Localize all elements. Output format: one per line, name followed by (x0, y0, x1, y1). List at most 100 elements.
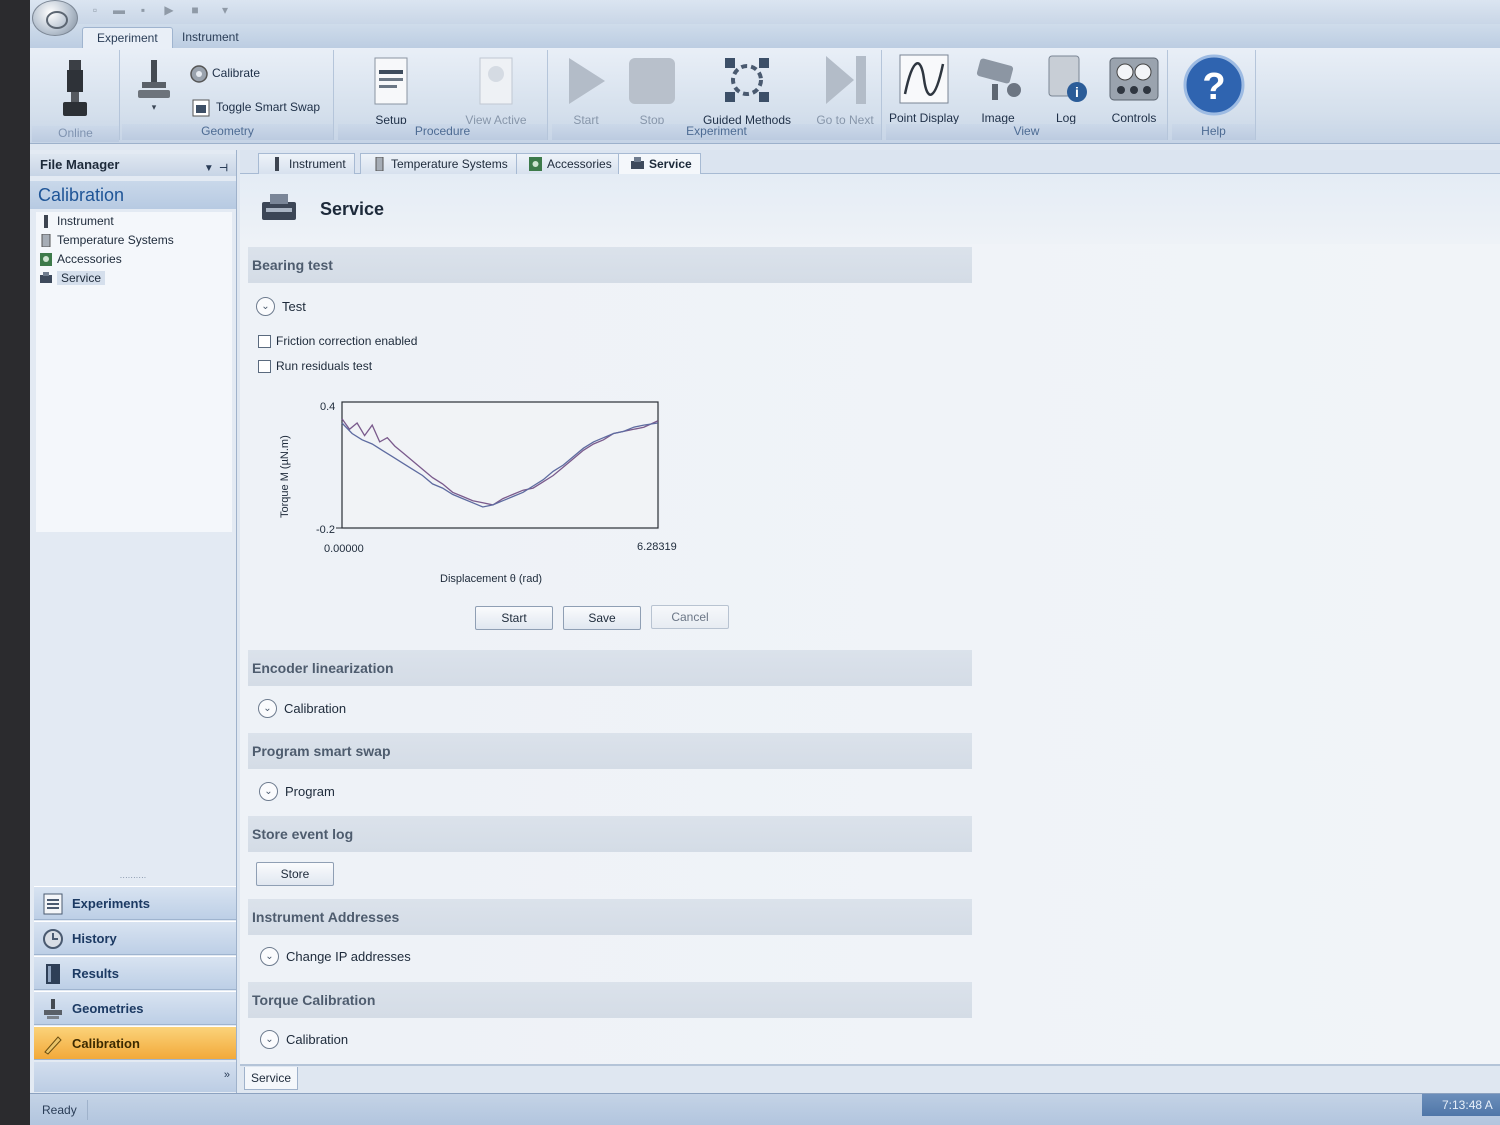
bottom-tab-service[interactable]: Service (244, 1067, 298, 1090)
minus-icon[interactable]: ▬ (112, 3, 126, 17)
panel-dropdown-icon[interactable]: ▼ (204, 163, 214, 174)
service-icon (631, 157, 644, 169)
help-question-icon: ? (1183, 54, 1245, 116)
tree-item-instrument[interactable]: Instrument (36, 212, 232, 231)
tree-item-label: Temperature Systems (57, 233, 174, 247)
tree-item-accessories[interactable]: Accessories (36, 250, 232, 269)
nav-experiments[interactable]: Experiments (34, 886, 236, 920)
online-label: Online (32, 126, 119, 142)
toggle-smart-swap-button[interactable]: Toggle Smart Swap (192, 97, 320, 117)
thermometer-icon (375, 157, 384, 171)
checkbox-box[interactable] (258, 360, 271, 373)
doc-tab-service[interactable]: Service (618, 153, 701, 175)
thermometer-icon (41, 234, 51, 247)
torque-calibration-expander[interactable]: ⌄ Calibration (260, 1030, 348, 1050)
test-expander[interactable]: ⌄ Test (256, 297, 306, 317)
experiment-group-label: Experiment (552, 124, 881, 140)
nav-label: Calibration (72, 1036, 140, 1051)
chevron-double-down-icon[interactable]: » (224, 1069, 230, 1081)
geometry-button[interactable]: ▾ (134, 58, 174, 119)
panel-splitter[interactable]: ·········· (30, 874, 236, 882)
title-bar: ▫ ▬ ▪ ▶ ■ ▾ (30, 0, 1500, 36)
run-residuals-checkbox[interactable]: Run residuals test (258, 358, 372, 374)
stop-button[interactable]: Stop (624, 56, 680, 127)
svg-text:i: i (1075, 84, 1079, 100)
tree-item-temperature-systems[interactable]: Temperature Systems (36, 231, 232, 250)
page-title: Service (320, 199, 385, 219)
undo-icon[interactable]: ▪ (136, 3, 150, 17)
help-button[interactable]: ? (1182, 54, 1246, 123)
friction-correction-checkbox[interactable]: Friction correction enabled (258, 333, 417, 349)
pin-icon[interactable]: ⊣ (219, 163, 228, 174)
file-manager-header: File Manager ▼ ⊣ (30, 154, 236, 176)
rheometer-icon (63, 60, 87, 116)
change-ip-addresses-expander[interactable]: ⌄ Change IP addresses (260, 947, 411, 967)
expander-label: Calibration (284, 701, 347, 716)
log-button[interactable]: i Log (1034, 54, 1098, 125)
stop-icon[interactable]: ■ (188, 3, 202, 17)
chevron-down-icon[interactable]: ⌄ (260, 947, 279, 966)
help-label: Help (1172, 124, 1255, 140)
online-button[interactable] (46, 58, 106, 127)
bearing-start-button[interactable]: Start (475, 606, 553, 630)
nav-results[interactable]: Results (34, 956, 236, 990)
tree-item-service[interactable]: Service (36, 269, 232, 288)
ribbon-group-help: ? Help (1172, 50, 1256, 140)
program-expander[interactable]: ⌄ Program (259, 782, 335, 802)
y-tick-label-bottom: -0.2 (316, 524, 335, 536)
start-button[interactable]: Start (558, 56, 614, 127)
checkbox-box[interactable] (258, 335, 271, 348)
setup-button[interactable]: Setup (356, 56, 426, 127)
nav-calibration[interactable]: Calibration (34, 1026, 236, 1060)
calibration-tree: Instrument Temperature Systems Accessori… (36, 212, 232, 532)
go-to-next-button[interactable]: Go to Next (810, 54, 880, 127)
toggle-smart-swap-label: Toggle Smart Swap (216, 100, 321, 114)
nav-history[interactable]: History (34, 921, 236, 955)
camera-icon (976, 58, 1021, 100)
controls-button[interactable]: Controls (1102, 54, 1166, 125)
view-active-button[interactable]: View Active (454, 56, 538, 127)
encoder-calibration-expander[interactable]: ⌄ Calibration (258, 699, 346, 719)
qat-dropdown-icon[interactable]: ▾ (218, 3, 232, 17)
chevron-down-icon[interactable]: ⌄ (256, 297, 275, 316)
file-manager-panel: File Manager ▼ ⊣ Calibration Instrument … (30, 150, 237, 1093)
stop-icon (629, 58, 675, 104)
tab-experiment[interactable]: Experiment (82, 27, 173, 48)
ribbon-group-online: Online (32, 50, 120, 142)
bearing-cancel-button[interactable]: Cancel (651, 605, 729, 629)
chevron-down-icon[interactable]: ⌄ (258, 699, 277, 718)
nav-geometries[interactable]: Geometries (34, 991, 236, 1025)
doc-tab-label: Temperature Systems (391, 157, 508, 171)
point-display-button[interactable]: Point Display (888, 54, 960, 125)
expander-label: Test (282, 299, 306, 314)
chevron-down-icon[interactable]: ⌄ (259, 782, 278, 801)
ribbon-group-experiment: Start Stop Guided Methods Go to Next Exp… (552, 50, 882, 140)
doc-tab-instrument[interactable]: Instrument (258, 153, 355, 174)
expander-label: Program (285, 784, 335, 799)
history-icon (43, 929, 63, 949)
expander-label: Change IP addresses (286, 949, 411, 964)
save-icon[interactable]: ▫ (88, 3, 102, 17)
play-icon[interactable]: ▶ (162, 3, 176, 17)
image-button[interactable]: Image (966, 54, 1030, 125)
plot-area (341, 401, 659, 529)
doc-tab-accessories[interactable]: Accessories (516, 153, 621, 174)
chevron-down-icon[interactable]: ⌄ (260, 1030, 279, 1049)
calibrate-button[interactable]: Calibrate (188, 63, 260, 83)
service-toolbox-icon (262, 194, 296, 220)
x-axis-label: Displacement θ (rad) (440, 573, 542, 585)
controls-dials-icon (1109, 57, 1159, 101)
section-store-event-log: Store event log (248, 816, 972, 852)
guided-methods-button[interactable]: Guided Methods (702, 54, 792, 127)
experiments-icon (43, 893, 63, 915)
doc-tab-temperature-systems[interactable]: Temperature Systems (360, 153, 517, 174)
bearing-save-button[interactable]: Save (563, 606, 641, 630)
accessories-icon (529, 157, 542, 171)
nav-overflow[interactable]: » (34, 1062, 236, 1092)
section-bearing-test: Bearing test (248, 247, 972, 283)
doc-tab-label: Accessories (547, 157, 612, 171)
store-button[interactable]: Store (256, 862, 334, 886)
tree-item-label: Instrument (57, 214, 114, 228)
application-menu-button[interactable] (32, 0, 78, 36)
tab-instrument[interactable]: Instrument (168, 27, 253, 48)
